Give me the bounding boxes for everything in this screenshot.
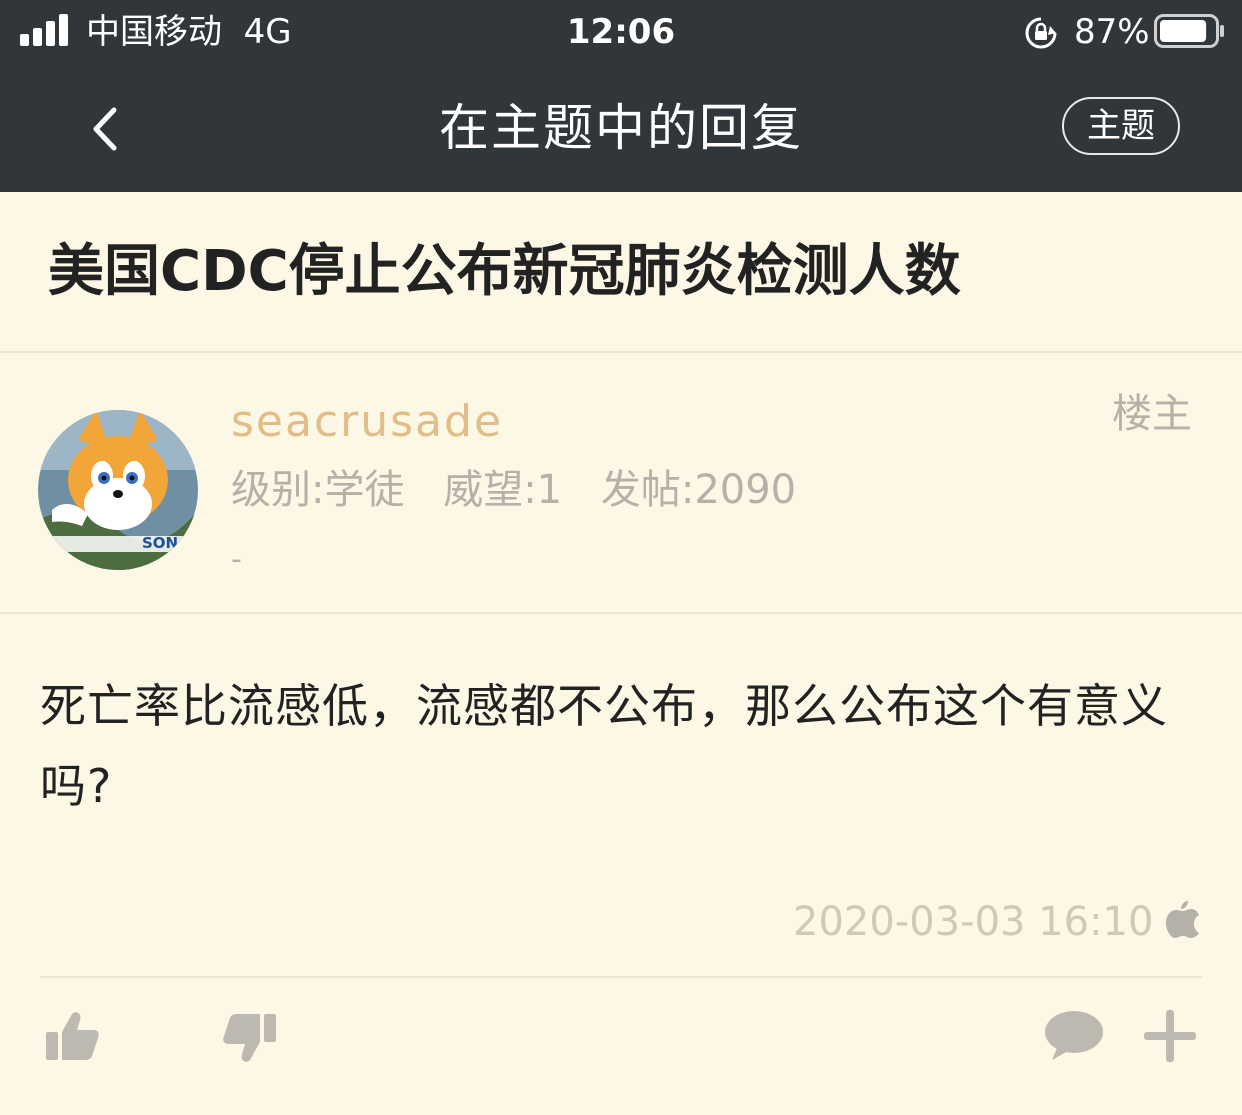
nav-bar: 在主题中的回复 主题	[0, 64, 1242, 192]
divider	[0, 612, 1242, 614]
apple-icon	[1166, 901, 1199, 938]
user-level: 级别:学徒	[231, 467, 405, 513]
carrier-label: 中国移动 4G	[86, 12, 292, 52]
floor-label: 楼主	[1112, 391, 1192, 437]
post-content: 死亡率比流感低，流感都不公布，那么公布这个有意义吗?	[40, 679, 1168, 813]
chevron-left-icon	[93, 107, 117, 151]
battery-icon	[1154, 14, 1224, 48]
thumbs-down-icon[interactable]	[222, 1012, 276, 1064]
post-timestamp: 2020-03-03 16:10	[793, 899, 1154, 945]
status-bar: 中国移动 4G 12:06 87%	[0, 0, 1242, 64]
page-title: 在主题中的回复	[439, 99, 803, 157]
back-button[interactable]	[72, 86, 144, 170]
user-signature: -	[231, 542, 242, 577]
divider	[0, 351, 1242, 353]
username[interactable]: seacrusade	[231, 396, 503, 448]
thread-title: 美国CDC停止公布新冠肺炎检测人数	[48, 239, 961, 304]
plus-icon[interactable]	[1144, 1010, 1196, 1062]
user-post-count: 发帖:2090	[600, 467, 797, 513]
signal-strength-icon	[20, 14, 68, 46]
rotation-lock-icon	[1025, 17, 1057, 49]
user-reputation: 威望:1	[443, 467, 563, 513]
divider	[40, 976, 1202, 978]
thumbs-up-icon[interactable]	[46, 1010, 100, 1062]
user-meta: 级别:学徒 威望:1 发帖:2090	[231, 466, 822, 514]
comment-icon[interactable]	[1044, 1010, 1104, 1060]
avatar[interactable]: SON	[38, 410, 198, 570]
battery-percentage: 87%	[1074, 12, 1150, 52]
topic-button[interactable]: 主题	[1062, 97, 1180, 155]
avatar-image: SON	[38, 410, 198, 570]
avatar-text: SON	[142, 534, 178, 552]
